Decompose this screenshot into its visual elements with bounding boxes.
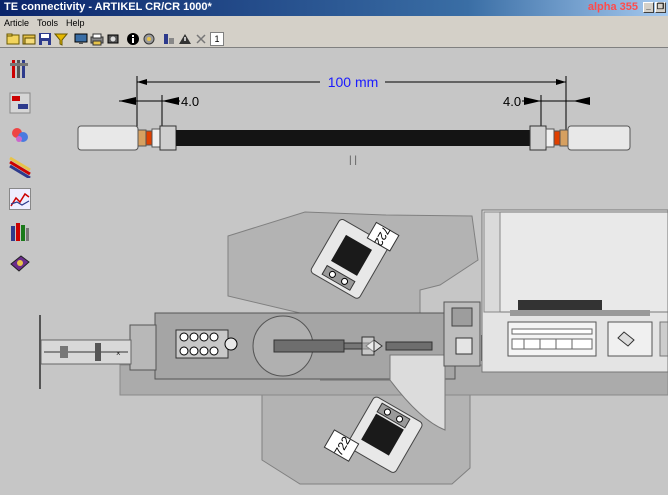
terminal-crimp-icon[interactable] — [9, 92, 31, 114]
center-mark: | | — [349, 155, 357, 166]
menu-tools[interactable]: Tools — [33, 18, 62, 28]
close-icon[interactable] — [194, 32, 208, 46]
tool-icon[interactable] — [162, 32, 176, 46]
left-toolbar — [0, 48, 34, 490]
print-icon[interactable] — [90, 32, 104, 46]
drawing-canvas: 100 mm 4.0 4.0 | | × 722 722 — [34, 48, 668, 490]
total-length-label: 100 mm — [328, 74, 379, 90]
menu-article[interactable]: Article — [0, 18, 33, 28]
toolbar: 1 — [0, 30, 668, 48]
cable — [77, 125, 631, 151]
info-icon[interactable] — [126, 32, 140, 46]
new-file-icon[interactable] — [6, 32, 20, 46]
svg-text:×: × — [116, 349, 121, 358]
screen-icon[interactable] — [74, 32, 88, 46]
left-strip-label: 4.0 — [181, 94, 199, 109]
title-bar: TE connectivity - ARTIKEL CR/CR 1000* al… — [0, 0, 668, 16]
menu-help[interactable]: Help — [62, 18, 89, 28]
wire-dimension-drawing: 100 mm 4.0 4.0 | | — [77, 74, 631, 166]
help-book-icon[interactable] — [9, 252, 31, 274]
right-machine-module — [481, 209, 668, 373]
minimize-button[interactable]: _ — [643, 2, 654, 13]
restore-button[interactable]: ❐ — [655, 2, 666, 13]
books-icon[interactable] — [9, 220, 31, 242]
roller-unit — [175, 329, 238, 359]
wire-tools-icon[interactable] — [9, 58, 31, 80]
wires-icon[interactable] — [9, 156, 31, 180]
filter-icon[interactable] — [53, 32, 69, 46]
machine-top-view: × 722 722 — [39, 209, 668, 485]
window-title: TE connectivity - ARTIKEL CR/CR 1000* — [4, 1, 212, 13]
chart-icon[interactable] — [9, 188, 31, 210]
warning-icon[interactable] — [178, 32, 192, 46]
open-folder-icon[interactable] — [22, 32, 36, 46]
record-icon[interactable] — [106, 32, 120, 46]
menu-bar: Article Tools Help — [0, 16, 668, 30]
settings-icon[interactable] — [142, 32, 156, 46]
right-strip-label: 4.0 — [503, 94, 521, 109]
save-icon[interactable] — [38, 32, 52, 46]
window-controls: _ ❐ — [643, 2, 666, 13]
zoom-field[interactable]: 1 — [210, 31, 224, 46]
seal-icon[interactable] — [9, 124, 31, 146]
system-label: alpha 355 — [587, 1, 638, 13]
